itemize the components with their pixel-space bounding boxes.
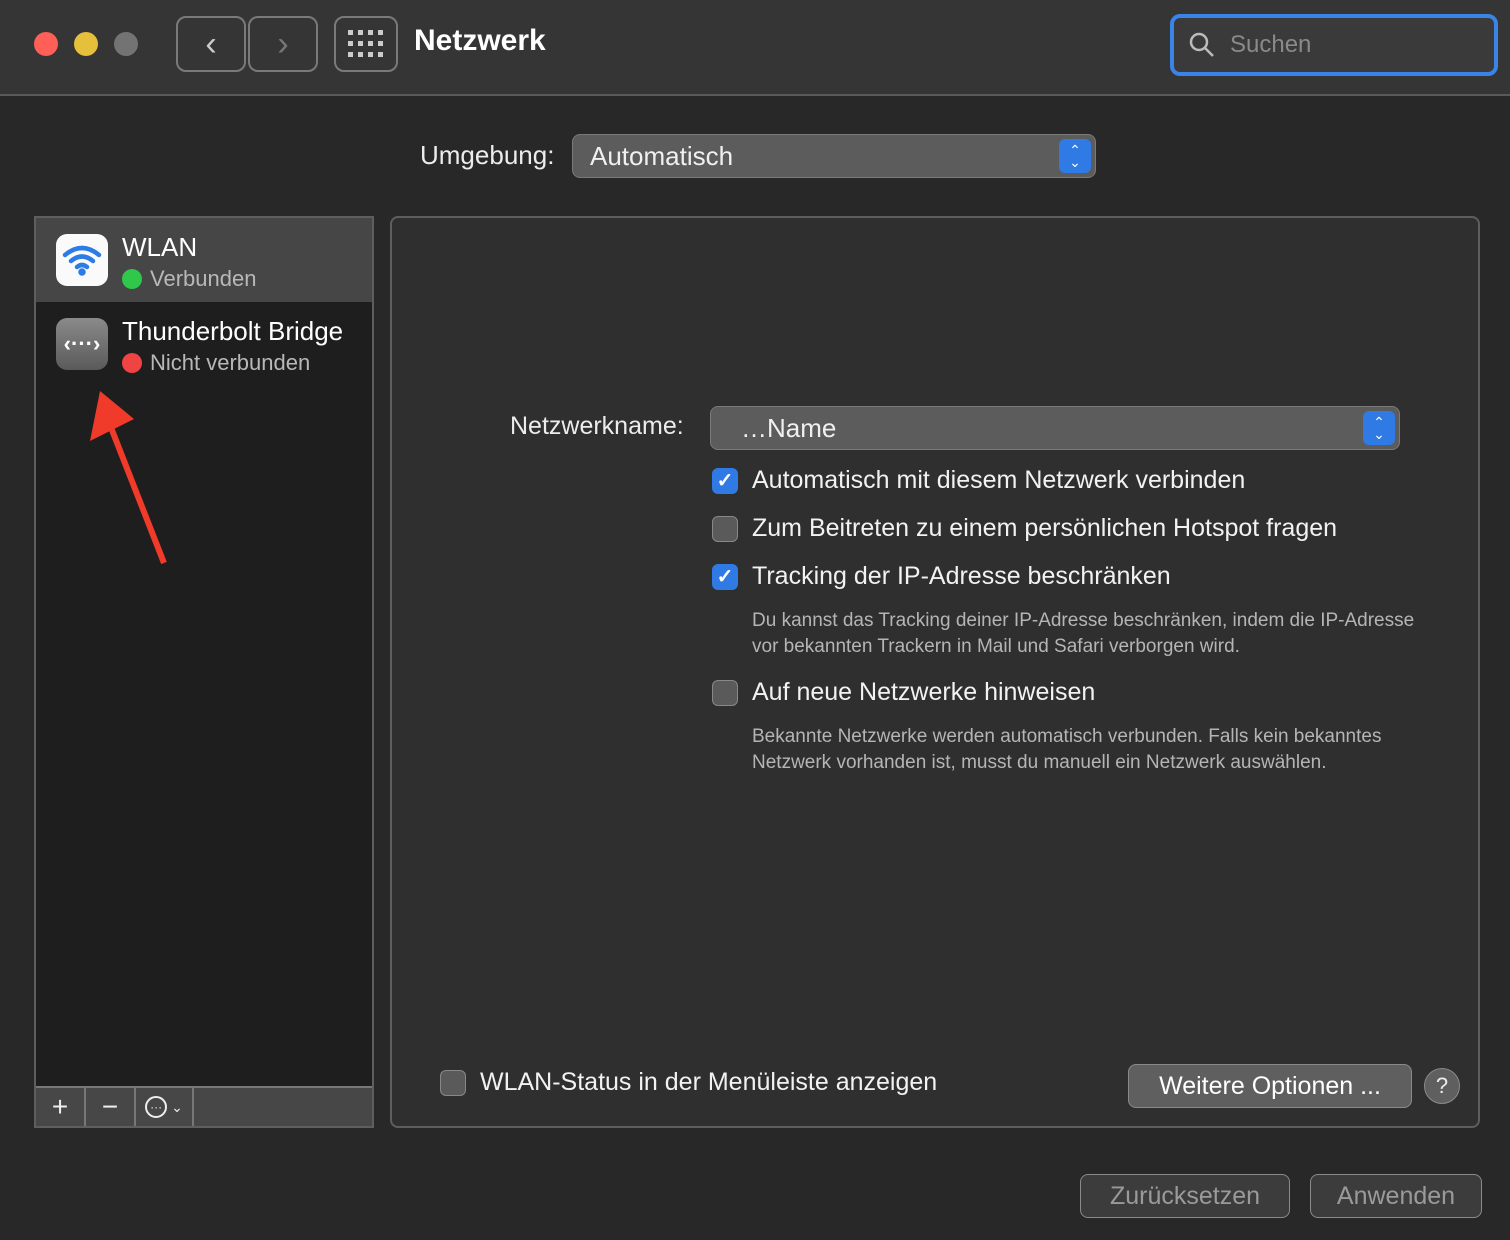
chevron-right-icon: › <box>277 24 289 63</box>
network-name-label: Netzwerkname: <box>510 412 684 440</box>
wlan-settings-panel <box>390 216 1480 1128</box>
search-icon <box>1189 32 1214 57</box>
window-title: Netzwerk <box>414 24 546 57</box>
service-status: Nicht verbunden <box>150 350 311 375</box>
location-label: Umgebung: <box>420 140 555 170</box>
checkbox-label: Auf neue Netzwerke hinweisen <box>752 678 1096 706</box>
notify-new-networks-checkbox[interactable]: Auf neue Netzwerke hinweisen <box>712 678 1095 707</box>
checkmark-icon: ✓ <box>712 467 738 494</box>
network-name-popup[interactable]: …Name ⌃ ⌄ <box>710 406 1400 450</box>
checkbox-label: WLAN-Status in der Menüleiste anzeigen <box>480 1068 938 1096</box>
chevron-left-icon: ‹ <box>205 24 217 63</box>
search-field[interactable]: Suchen <box>1170 14 1498 76</box>
forward-button[interactable]: › <box>248 16 318 72</box>
limit-ip-tracking-checkbox[interactable]: ✓ Tracking der IP-Adresse beschränken <box>712 562 1171 591</box>
thunderbolt-bridge-icon: ‹···› <box>56 318 108 370</box>
checkmark-icon: ✓ <box>712 563 738 590</box>
status-dot-green <box>122 269 142 289</box>
ellipsis-circle-icon: ··· <box>145 1096 168 1118</box>
checkbox-label: Automatisch mit diesem Netzwerk verbinde… <box>752 466 1246 494</box>
new-networks-help: Bekannte Netzwerke werden automatisch ve… <box>752 726 1382 773</box>
close-button[interactable] <box>34 32 58 56</box>
checkbox-box <box>712 515 738 542</box>
action-menu-button[interactable]: ··· ⌄ <box>136 1088 194 1126</box>
help-button[interactable]: ? <box>1424 1068 1460 1104</box>
status-dot-red <box>122 353 142 373</box>
revert-button[interactable]: Zurücksetzen <box>1080 1174 1290 1218</box>
grid-icon <box>348 30 383 57</box>
location-value: Automatisch <box>590 140 734 171</box>
service-name: WLAN <box>122 232 198 262</box>
checkbox-box <box>712 679 738 706</box>
chevron-down-icon: ⌄ <box>171 1098 183 1115</box>
checkbox-label: Zum Beitreten zu einem persönlichen Hots… <box>752 514 1338 542</box>
ip-tracking-help: Du kannst das Tracking deiner IP-Adresse… <box>752 610 1415 657</box>
updown-chevron-icon: ⌃ ⌄ <box>1363 411 1395 445</box>
checkbox-label: Tracking der IP-Adresse beschränken <box>752 562 1171 590</box>
red-arrow-annotation <box>90 391 167 565</box>
wifi-icon <box>56 234 108 286</box>
network-name-value: …Name <box>741 412 837 443</box>
back-button[interactable]: ‹ <box>176 16 246 72</box>
service-list: WLAN Verbunden ‹···› Thunderbolt Bridge … <box>34 216 374 1128</box>
add-service-button[interactable]: + <box>36 1088 86 1126</box>
service-name: Thunderbolt Bridge <box>122 316 344 346</box>
more-options-button[interactable]: Weitere Optionen ... <box>1128 1064 1412 1108</box>
checkbox-box <box>440 1069 466 1096</box>
service-item-wlan[interactable]: WLAN Verbunden <box>36 218 372 302</box>
show-all-button[interactable] <box>334 16 398 72</box>
service-item-thunderbolt-bridge[interactable]: ‹···› Thunderbolt Bridge Nicht verbunden <box>36 302 372 386</box>
hotspot-ask-checkbox[interactable]: Zum Beitreten zu einem persönlichen Hots… <box>712 514 1337 543</box>
minimize-button[interactable] <box>74 32 98 56</box>
search-placeholder: Suchen <box>1230 31 1312 58</box>
auto-join-checkbox[interactable]: ✓ Automatisch mit diesem Netzwerk verbind… <box>712 466 1245 495</box>
updown-chevron-icon: ⌃ ⌄ <box>1059 139 1091 173</box>
remove-service-button[interactable]: − <box>86 1088 136 1126</box>
menubar-status-checkbox[interactable]: WLAN-Status in der Menüleiste anzeigen <box>440 1068 937 1097</box>
location-popup[interactable]: Automatisch ⌃ ⌄ <box>572 134 1096 178</box>
apply-button[interactable]: Anwenden <box>1310 1174 1482 1218</box>
zoom-button[interactable] <box>114 32 138 56</box>
service-status: Verbunden <box>150 266 257 291</box>
